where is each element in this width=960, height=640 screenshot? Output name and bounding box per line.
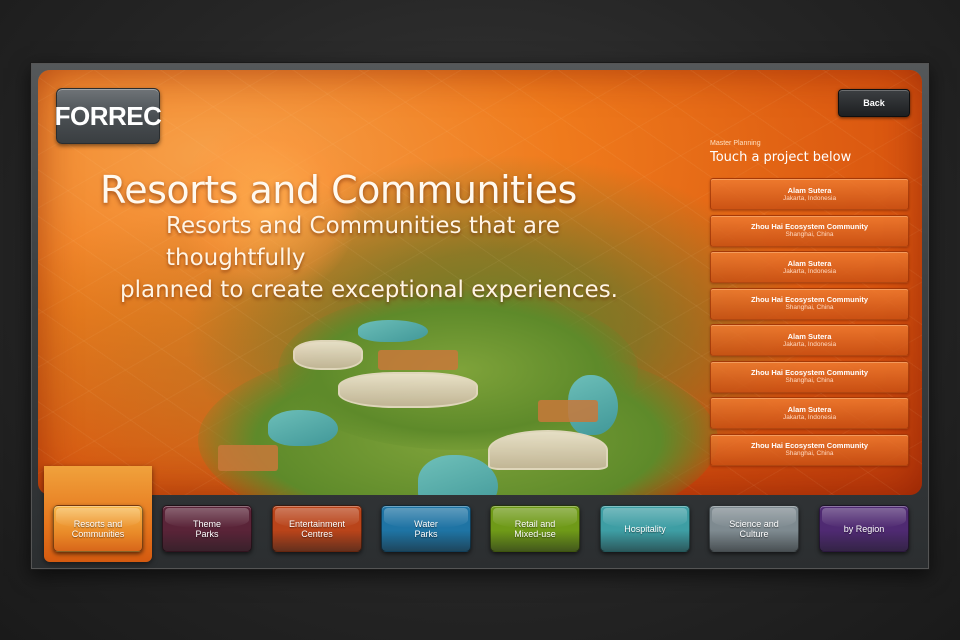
category-hospitality[interactable]: Hospitality bbox=[600, 505, 690, 552]
logo-text: FORREC bbox=[54, 100, 162, 131]
subtitle-line-1: Resorts and Communities that are thought… bbox=[166, 213, 561, 271]
category-resorts-communities[interactable]: Resorts and Communities bbox=[53, 505, 143, 552]
project-name: Zhou Hai Ecosystem Community bbox=[750, 295, 869, 304]
page-title: Resorts and Communities bbox=[100, 168, 577, 212]
category-entertainment-centres[interactable]: Entertainment Centres bbox=[272, 505, 362, 552]
category-label-line1: Retail and bbox=[514, 518, 556, 529]
category-label-line2: Parks bbox=[414, 528, 438, 539]
project-location: Jakarta, Indonesia bbox=[782, 413, 837, 421]
category-label-line1: Theme bbox=[192, 518, 221, 529]
category-label-line1: Water bbox=[414, 518, 438, 529]
project-item[interactable]: Zhou Hai Ecosystem Community Shanghai, C… bbox=[710, 360, 909, 393]
project-location: Jakarta, Indonesia bbox=[782, 194, 837, 202]
category-label-line1: Resorts and bbox=[73, 518, 123, 529]
project-list: Alam Sutera Jakarta, Indonesia Zhou Hai … bbox=[710, 178, 909, 470]
project-location: Shanghai, China bbox=[785, 231, 834, 238]
project-location: Jakarta, Indonesia bbox=[782, 340, 837, 348]
project-location: Jakarta, Indonesia bbox=[782, 267, 837, 275]
category-label-line2: Centres bbox=[301, 528, 333, 539]
category-label-line2: Mixed-use bbox=[514, 528, 556, 539]
page-subtitle: Resorts and Communities that are thought… bbox=[120, 210, 680, 306]
category-label: Theme Parks bbox=[193, 519, 221, 539]
category-theme-parks[interactable]: Theme Parks bbox=[162, 505, 252, 552]
category-label: Hospitality bbox=[624, 523, 666, 534]
subtitle-line-2: planned to create exceptional experience… bbox=[120, 277, 618, 303]
category-water-parks[interactable]: Water Parks bbox=[381, 505, 471, 552]
project-item[interactable]: Zhou Hai Ecosystem Community Shanghai, C… bbox=[710, 287, 909, 320]
category-label-line1: Science and bbox=[729, 518, 779, 529]
project-item[interactable]: Alam Sutera Jakarta, Indonesia bbox=[710, 251, 909, 283]
category-label: Retail and Mixed-use bbox=[514, 519, 556, 539]
project-name: Alam Sutera bbox=[787, 185, 832, 195]
project-location: Shanghai, China bbox=[785, 377, 834, 384]
project-name: Alam Sutera bbox=[787, 258, 832, 268]
category-science-culture[interactable]: Science and Culture bbox=[709, 505, 799, 552]
project-item[interactable]: Alam Sutera Jakarta, Indonesia bbox=[710, 397, 909, 429]
panel-title: Touch a project below bbox=[710, 150, 852, 165]
project-item[interactable]: Zhou Hai Ecosystem Community Shanghai, C… bbox=[710, 214, 909, 247]
project-item[interactable]: Alam Sutera Jakarta, Indonesia bbox=[710, 178, 909, 210]
project-location: Shanghai, China bbox=[785, 304, 834, 311]
category-label-line2: Communities bbox=[71, 528, 125, 539]
category-by-region[interactable]: by Region bbox=[819, 505, 909, 552]
category-retail-mixed-use[interactable]: Retail and Mixed-use bbox=[490, 505, 580, 552]
project-item[interactable]: Zhou Hai Ecosystem Community Shanghai, C… bbox=[710, 433, 909, 466]
category-label: by Region bbox=[843, 523, 885, 534]
project-name: Zhou Hai Ecosystem Community bbox=[750, 222, 869, 231]
back-button[interactable]: Back bbox=[838, 89, 910, 117]
project-name: Zhou Hai Ecosystem Community bbox=[750, 368, 869, 377]
resort-render-image bbox=[158, 280, 718, 495]
project-location: Shanghai, China bbox=[785, 450, 834, 457]
category-label: Water Parks bbox=[414, 519, 438, 539]
category-label: Resorts and Communities bbox=[72, 519, 125, 539]
category-label-line1: Entertainment bbox=[288, 518, 346, 529]
project-name: Zhou Hai Ecosystem Community bbox=[750, 441, 869, 450]
category-label-line2: Parks bbox=[195, 528, 219, 539]
category-label: Entertainment Centres bbox=[289, 519, 345, 539]
project-item[interactable]: Alam Sutera Jakarta, Indonesia bbox=[710, 324, 909, 356]
project-name: Alam Sutera bbox=[787, 331, 832, 341]
panel-kicker: Master Planning bbox=[710, 140, 761, 147]
category-label-line2: Culture bbox=[739, 528, 769, 539]
forrec-logo: FORREC bbox=[54, 88, 162, 144]
project-name: Alam Sutera bbox=[787, 404, 832, 414]
category-label: Science and Culture bbox=[729, 519, 779, 539]
